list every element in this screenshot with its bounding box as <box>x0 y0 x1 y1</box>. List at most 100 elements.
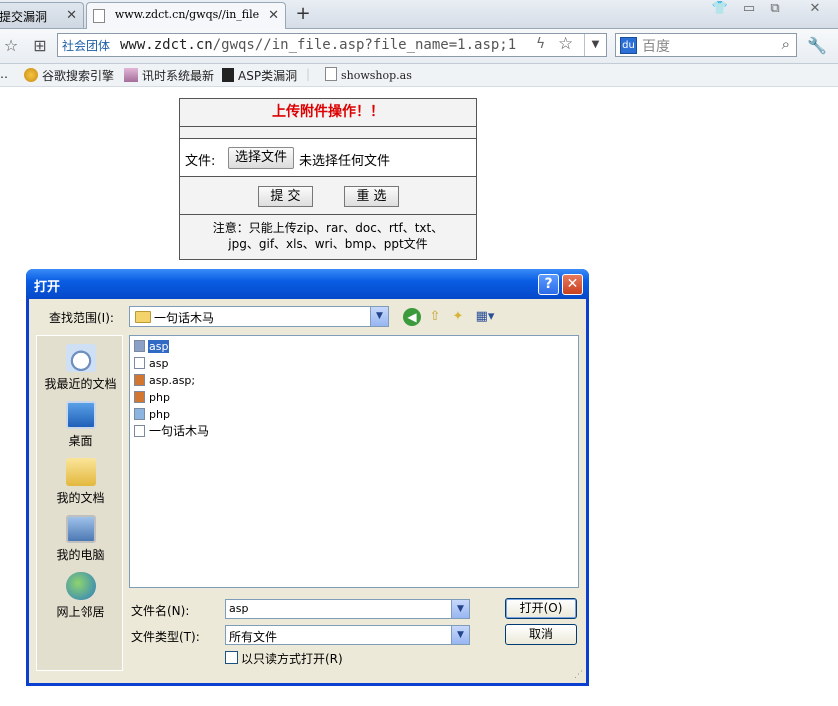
bookmark-xunshi[interactable]: 讯时系统最新 <box>124 67 214 84</box>
tab-title: www.zdct.cn/gwqs//in_file <box>114 8 260 21</box>
submit-button[interactable]: 提 交 <box>258 186 313 207</box>
minimize-icon[interactable]: ▭ <box>736 0 762 20</box>
file-type-select[interactable]: 所有文件 ▼ <box>225 625 470 645</box>
file-name-value[interactable]: asp <box>229 602 248 615</box>
look-in-label: 查找范围(I): <box>49 311 114 325</box>
asp-file-icon <box>134 340 145 352</box>
dialog-body: 查找范围(I): 一句话木马 ▼ ◀ ⇧ ✦ ▦▾ 我最近的文档 桌面 我的文档 <box>29 299 586 683</box>
my-documents-icon <box>65 458 96 486</box>
toolbar: ☆ ⊞ 社会团体 www.zdct.cn/gwqs//in_file.asp?f… <box>0 29 838 64</box>
close-window-icon[interactable]: ✕ <box>802 0 828 20</box>
dialog-titlebar[interactable]: 打开 ? ✕ <box>26 269 589 299</box>
readonly-label: 以只读方式打开(R) <box>241 652 343 666</box>
bookmark-overflow[interactable]: … <box>0 67 8 81</box>
view-menu-icon[interactable]: ▦▾ <box>473 308 497 326</box>
place-label: 网上邻居 <box>56 605 105 619</box>
upload-form: 上传附件操作！！ 文件: 选择文件 未选择任何文件 提 交 重 选 注意：只能上… <box>179 98 477 260</box>
lightning-icon[interactable]: ϟ <box>536 36 545 52</box>
help-button[interactable]: ? <box>538 274 559 295</box>
resize-grip-icon[interactable]: ⋰ <box>574 670 583 680</box>
list-item[interactable]: php <box>134 407 171 422</box>
look-in-value: 一句话木马 <box>154 311 215 325</box>
close-icon[interactable]: ✕ <box>268 8 279 23</box>
places-bar: 我最近的文档 桌面 我的文档 我的电脑 网上邻居 <box>36 335 123 671</box>
new-folder-icon[interactable]: ✦ <box>449 308 467 326</box>
search-input[interactable]: 百度 <box>642 36 670 56</box>
list-item[interactable]: asp <box>134 356 169 371</box>
dialog-title: 打开 <box>34 280 61 295</box>
choose-file-button[interactable]: 选择文件 <box>228 147 295 169</box>
list-item[interactable]: 一句话木马 <box>134 424 210 439</box>
place-my-computer[interactable]: 我的电脑 <box>37 515 124 563</box>
close-icon[interactable]: ✕ <box>66 8 77 23</box>
button-row: 提 交 重 选 <box>180 177 476 215</box>
new-tab-button[interactable]: + <box>287 2 319 28</box>
address-bar[interactable]: 社会团体 www.zdct.cn/gwqs//in_file.asp?file_… <box>57 33 607 57</box>
dropdown-arrow-icon[interactable]: ▼ <box>584 34 606 56</box>
back-icon[interactable]: ◀ <box>403 308 421 326</box>
bookmark-showshop[interactable]: showshop.as <box>325 67 412 82</box>
place-label: 我的文档 <box>56 491 105 505</box>
list-item[interactable]: asp <box>134 339 170 354</box>
asp-icon <box>222 68 234 82</box>
page-icon <box>93 9 105 23</box>
look-in-combo[interactable]: 一句话木马 ▼ <box>129 306 389 327</box>
list-item[interactable]: asp.asp; <box>134 373 196 388</box>
place-recent[interactable]: 我最近的文档 <box>37 344 124 392</box>
tab-in-file[interactable]: www.zdct.cn/gwqs//in_file ✕ <box>86 2 286 29</box>
file-name: asp <box>149 357 169 370</box>
restore-icon[interactable]: ⧉ <box>762 0 788 20</box>
text-file-icon <box>134 425 145 437</box>
bookmark-label: ASP类漏洞 <box>238 69 298 83</box>
open-file-dialog: 打开 ? ✕ 查找范围(I): 一句话木马 ▼ ◀ ⇧ ✦ ▦▾ 我最近的文档 … <box>26 269 589 686</box>
place-label: 桌面 <box>68 434 93 448</box>
site-tag: 社会团体 <box>62 39 111 53</box>
file-type-value: 所有文件 <box>229 630 278 644</box>
file-name: php <box>149 408 170 421</box>
file-name-field[interactable]: asp ▼ <box>225 599 470 619</box>
open-button[interactable]: 打开(O) <box>505 598 577 619</box>
reset-button[interactable]: 重 选 <box>344 186 399 207</box>
chevron-down-icon[interactable]: ▼ <box>451 626 469 644</box>
file-list[interactable]: asp asp asp.asp; php php 一句话木马 <box>129 335 579 588</box>
php-file-icon <box>134 391 145 403</box>
baidu-icon[interactable]: du <box>620 37 637 54</box>
text-file-icon <box>134 357 145 369</box>
bookmark-label: 讯时系统最新 <box>142 69 215 83</box>
dialog-close-button[interactable]: ✕ <box>562 274 583 295</box>
cancel-button[interactable]: 取消 <box>505 624 577 645</box>
place-network[interactable]: 网上邻居 <box>37 572 124 620</box>
no-file-text: 未选择任何文件 <box>299 154 391 169</box>
file-name: asp <box>148 340 170 353</box>
network-places-icon <box>65 572 96 600</box>
recent-documents-icon <box>65 344 96 372</box>
xunshi-icon <box>124 68 138 82</box>
search-icon[interactable]: ⌕ <box>782 35 790 53</box>
tools-icon[interactable]: 🔧 <box>806 35 828 57</box>
place-desktop[interactable]: 桌面 <box>37 401 124 449</box>
file-name: asp.asp; <box>149 374 196 387</box>
search-box[interactable]: du 百度 ⌕ <box>615 33 797 57</box>
grid-icon[interactable]: ⊞ <box>29 35 51 57</box>
file-name: php <box>149 391 170 404</box>
my-computer-icon <box>65 515 96 543</box>
bookmark-google[interactable]: 谷歌搜索引擎 <box>24 67 114 84</box>
file-type-label: 文件类型(T): <box>131 630 200 644</box>
skin-icon[interactable]: 👕 <box>707 0 733 20</box>
chevron-down-icon[interactable]: ▼ <box>451 600 469 618</box>
note-row: 注意：只能上传zip、rar、doc、rtf、txt、 jpg、gif、xls、… <box>180 215 476 259</box>
chevron-down-icon[interactable]: ▼ <box>370 307 388 326</box>
place-my-documents[interactable]: 我的文档 <box>37 458 124 506</box>
file-name: 一句话木马 <box>149 424 210 438</box>
readonly-checkbox[interactable] <box>225 651 238 664</box>
list-item[interactable]: php <box>134 390 171 405</box>
url-path: /gwqs//in_file.asp?file_name=1.asp;1 <box>212 37 517 53</box>
place-label: 我的电脑 <box>56 548 105 562</box>
tab-submit-vuln[interactable]: 提交漏洞 ✕ <box>0 2 84 28</box>
note-line-1: 注意：只能上传zip、rar、doc、rtf、txt、 <box>212 221 444 235</box>
star-icon[interactable]: ☆ <box>0 35 22 57</box>
bookmark-asp[interactable]: ASP类漏洞 <box>222 67 297 84</box>
note-line-2: jpg、gif、xls、wri、bmp、ppt文件 <box>228 237 428 251</box>
favorite-star-icon[interactable]: ☆ <box>558 34 573 54</box>
up-folder-icon[interactable]: ⇧ <box>426 308 444 326</box>
